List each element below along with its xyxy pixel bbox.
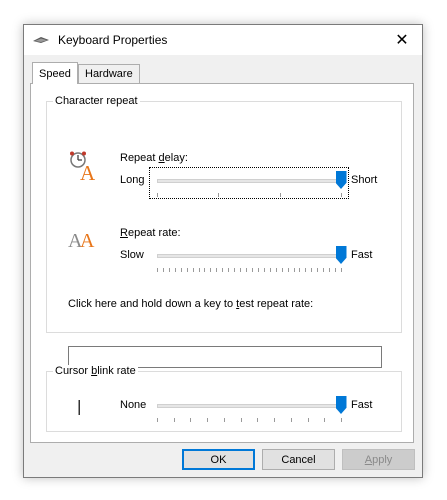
repeat-rate-label: Repeat rate: <box>120 227 181 239</box>
cursor-blink-max-label: Fast <box>351 399 373 411</box>
character-repeat-title: Character repeat <box>53 95 140 107</box>
close-icon: ✕ <box>395 32 409 49</box>
cursor-blink-min-label: None <box>120 399 147 411</box>
repeat-rate-ticks <box>157 268 342 272</box>
tab-hardware-label: Hardware <box>85 68 133 80</box>
tab-speed[interactable]: Speed <box>32 62 78 84</box>
repeat-delay-max-label: Short <box>351 174 378 186</box>
close-button[interactable]: ✕ <box>382 25 422 55</box>
repeat-delay-min-label: Long <box>120 174 145 186</box>
repeat-rate-icon: A A <box>68 230 95 251</box>
repeat-rate-min-label: Slow <box>120 249 144 261</box>
keyboard-properties-dialog: Keyboard Properties ✕ Speed Hardware Cha… <box>23 24 423 478</box>
tab-speed-label: Speed <box>39 68 71 80</box>
cancel-button[interactable]: Cancel <box>262 449 335 470</box>
repeat-delay-icon: A <box>70 151 96 181</box>
tab-hardware[interactable]: Hardware <box>78 64 140 83</box>
speed-tab-panel: Character repeat A Repeat delay: Long Sh… <box>30 83 414 443</box>
cursor-blink-track[interactable] <box>157 404 341 408</box>
repeat-rate-max-label: Fast <box>351 249 373 261</box>
title-bar[interactable]: Keyboard Properties ✕ <box>24 25 422 55</box>
repeat-delay-label: Repeat delay: <box>120 152 188 164</box>
keyboard-icon <box>33 37 49 43</box>
cursor-blink-ticks <box>157 418 342 422</box>
repeat-delay-ticks <box>157 193 342 197</box>
test-repeat-rate-label: Click here and hold down a key to test r… <box>68 298 314 310</box>
text-cursor-icon <box>78 400 80 415</box>
svg-text:A: A <box>80 230 95 251</box>
svg-text:A: A <box>80 161 96 181</box>
window-title: Keyboard Properties <box>58 33 168 47</box>
ok-button[interactable]: OK <box>182 449 255 470</box>
repeat-rate-track[interactable] <box>157 254 341 258</box>
repeat-delay-track[interactable] <box>157 179 341 183</box>
cursor-blink-group: Cursor blink rate <box>46 365 402 432</box>
cursor-blink-title: Cursor blink rate <box>53 365 138 377</box>
apply-button[interactable]: Apply <box>342 449 415 470</box>
